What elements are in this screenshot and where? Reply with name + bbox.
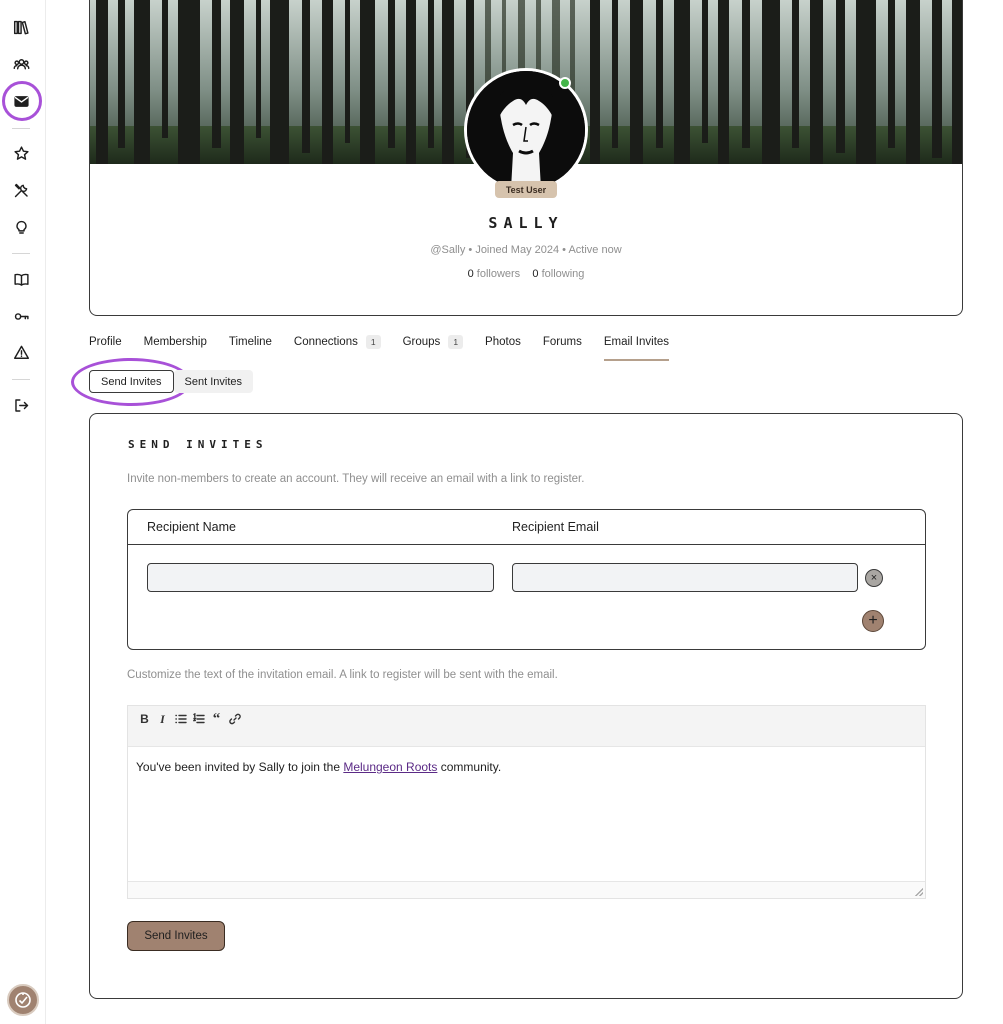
tab-label: Groups (402, 336, 441, 348)
tab-label: Email Invites (603, 336, 670, 348)
logout-icon[interactable] (11, 395, 31, 415)
email-invites-subtabs: Send Invites Sent Invites (89, 370, 254, 394)
members-icon[interactable] (11, 54, 31, 74)
blockquote-button[interactable]: “ (208, 711, 225, 727)
following-label: following (541, 268, 585, 280)
library-icon[interactable] (11, 17, 31, 37)
sidebar-divider (12, 379, 30, 380)
numbered-list-icon (192, 713, 205, 724)
subtab-sent-invites[interactable]: Sent Invites (173, 370, 254, 393)
send-invites-panel: SEND INVITES Invite non-members to creat… (89, 413, 963, 999)
followers-label: followers (476, 268, 521, 280)
avatar-image (467, 71, 585, 189)
tab-label: Photos (485, 336, 521, 348)
sidebar (0, 0, 46, 1024)
panel-title: SEND INVITES (128, 438, 268, 451)
tab-count-badge: 1 (365, 335, 381, 349)
online-status-dot (559, 77, 571, 89)
remove-recipient-button[interactable]: × (865, 569, 883, 587)
tab-label: Timeline (228, 336, 272, 348)
profile-tabs: Profile Membership Timeline Connections 1… (89, 335, 691, 364)
warning-icon[interactable] (11, 342, 31, 362)
close-icon: × (870, 571, 878, 584)
tab-groups[interactable]: Groups 1 (402, 335, 464, 361)
recipients-header: Recipient Name Recipient Email (128, 510, 925, 545)
following-link[interactable]: 0 following (532, 268, 584, 280)
bold-icon: B (140, 712, 149, 726)
panel-description: Invite non-members to create an account.… (127, 473, 585, 485)
tab-forums[interactable]: Forums (543, 336, 582, 361)
bold-button[interactable]: B (136, 711, 153, 727)
italic-icon: I (160, 711, 165, 726)
profile-meta: @Sally • Joined May 2024 • Active now (430, 244, 622, 256)
tab-label: Connections (293, 336, 358, 348)
profile-name: SALLY (488, 214, 564, 232)
sidebar-divider (12, 253, 30, 254)
resize-handle-icon[interactable] (915, 888, 923, 896)
tab-photos[interactable]: Photos (485, 336, 521, 361)
bullet-list-icon (174, 714, 187, 724)
send-invites-button[interactable]: Send Invites (127, 921, 225, 951)
recipients-table: Recipient Name Recipient Email × + (127, 509, 926, 650)
message-editor: B I “ You've been invited by Sally to jo… (127, 705, 926, 899)
message-text[interactable]: You've been invited by Sally to join the… (136, 760, 501, 774)
book-icon[interactable] (11, 269, 31, 289)
tab-connections[interactable]: Connections 1 (293, 335, 381, 361)
link-icon (228, 713, 241, 725)
link-button[interactable] (226, 711, 243, 727)
lightbulb-icon[interactable] (11, 217, 31, 237)
quote-icon: “ (212, 710, 221, 727)
editor-statusbar (128, 881, 925, 898)
followers-count: 0 (467, 268, 474, 280)
recipient-email-header: Recipient Email (512, 520, 599, 534)
profile-stats: 0 followers 0 following (89, 268, 963, 280)
bullet-list-button[interactable] (172, 711, 189, 727)
customize-description: Customize the text of the invitation ema… (127, 669, 558, 681)
recipient-name-input[interactable] (147, 563, 494, 592)
numbered-list-button[interactable] (190, 711, 207, 727)
mail-icon[interactable] (11, 91, 31, 111)
tab-label: Forums (542, 336, 582, 348)
subtab-send-invites[interactable]: Send Invites (89, 370, 174, 393)
tab-label: Profile (89, 336, 122, 348)
community-link[interactable]: Melungeon Roots (343, 760, 437, 774)
following-count: 0 (532, 268, 539, 280)
plus-icon: + (868, 612, 878, 629)
add-recipient-button[interactable]: + (862, 610, 884, 632)
sidebar-divider (12, 128, 30, 129)
recipient-name-header: Recipient Name (147, 520, 236, 534)
tab-label: Membership (143, 336, 207, 348)
italic-button[interactable]: I (154, 711, 171, 727)
star-icon[interactable] (11, 143, 31, 163)
tab-timeline[interactable]: Timeline (229, 336, 272, 361)
message-prefix: You've been invited by Sally to join the (136, 760, 344, 774)
editor-toolbar: B I “ (128, 706, 925, 747)
followers-link[interactable]: 0 followers (468, 268, 521, 280)
tab-profile[interactable]: Profile (89, 336, 122, 361)
tab-membership[interactable]: Membership (144, 336, 207, 361)
tab-email-invites[interactable]: Email Invites (603, 336, 670, 361)
key-icon[interactable] (11, 306, 31, 326)
tab-count-badge: 1 (448, 335, 464, 349)
message-suffix: community. (437, 760, 502, 774)
tools-icon[interactable] (11, 180, 31, 200)
recipient-email-input[interactable] (512, 563, 858, 592)
role-badge: Test User (495, 181, 557, 198)
accessibility-icon[interactable] (7, 984, 39, 1016)
